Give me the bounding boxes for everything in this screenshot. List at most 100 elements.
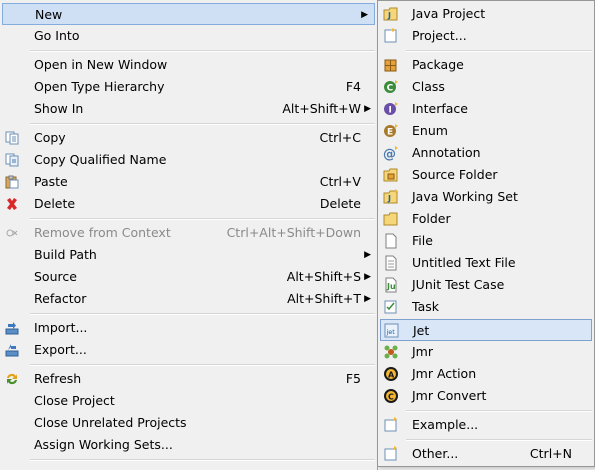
submenu-item-label: Enum [412,123,448,138]
menu-item-copy[interactable]: Copy Ctrl+C [0,127,377,149]
jmr-icon [384,345,398,359]
submenu-item-jmr[interactable]: Jmr [378,341,594,363]
menu-item-label: Build Path [34,247,97,262]
remove-context-icon [6,229,18,237]
menu-item-shortcut: Ctrl+V [319,174,361,189]
submenu-item-jmr-action[interactable]: A Jmr Action [378,363,594,385]
jet-icon: jet [384,323,399,338]
svg-text:jet: jet [386,328,396,336]
submenu-item-untitled-text-file[interactable]: Untitled Text File [378,252,594,274]
folder-icon [383,212,398,226]
copy-icon [5,131,19,145]
menu-item-open-in-new-window[interactable]: Open in New Window [0,54,377,76]
submenu-item-label: Annotation [412,145,481,160]
svg-text:E: E [387,128,393,138]
menu-item-assign-working-sets[interactable]: Assign Working Sets... [0,434,377,456]
menu-item-refactor[interactable]: Refactor Alt+Shift+T ▶ [0,288,377,310]
submenu-item-enum[interactable]: E Enum [378,120,594,142]
menu-item-delete[interactable]: Delete Delete [0,193,377,215]
menu-item-export[interactable]: Export... [0,339,377,361]
menu-separator [406,410,592,412]
menu-item-label: Paste [34,174,68,189]
submenu-arrow-icon: ▶ [364,294,371,304]
menu-item-label: Open Type Hierarchy [34,79,165,94]
submenu-item-other[interactable]: Other... Ctrl+N [378,443,594,465]
submenu-item-folder[interactable]: Folder [378,208,594,230]
menu-item-show-in[interactable]: Show In Alt+Shift+W ▶ [0,98,377,120]
submenu-item-label: Class [412,79,445,94]
submenu-item-label: Package [412,57,464,72]
submenu-item-java-project[interactable]: J Java Project [378,3,594,25]
example-icon [384,417,397,432]
project-icon [384,28,397,43]
menu-item-go-into[interactable]: Go Into [0,25,377,47]
svg-text:A: A [388,371,395,380]
svg-text:J: J [387,194,391,203]
submenu-item-label: Folder [412,211,451,226]
menu-item-label: Copy [34,130,66,145]
submenu-item-label: JUnit Test Case [412,277,505,292]
menu-item-label: Delete [34,196,76,211]
context-menu: New ▶ Go Into Open in New Window Open Ty… [0,0,378,470]
submenu-item-annotation[interactable]: @ Annotation [378,142,594,164]
menu-item-close-project[interactable]: Close Project [0,390,377,412]
submenu-item-project[interactable]: Project... [378,25,594,47]
delete-icon [7,198,17,210]
menu-item-open-type-hierarchy[interactable]: Open Type Hierarchy F4 [0,76,377,98]
menu-item-import[interactable]: Import... [0,317,377,339]
menu-item-new[interactable]: New ▶ [2,3,375,25]
submenu-item-task[interactable]: Task [378,296,594,318]
submenu-item-jet[interactable]: jet Jet [380,319,592,341]
menu-item-shortcut: F5 [345,371,361,386]
submenu-item-package[interactable]: Package [378,54,594,76]
menu-item-label: Refresh [34,371,82,386]
java-project-icon: J [383,7,398,21]
menu-item-label: Close Unrelated Projects [34,415,187,430]
menu-item-copy-qualified-name[interactable]: Copy Qualified Name [0,149,377,171]
class-icon: C [384,80,398,94]
annotation-icon: @ [383,146,398,161]
menu-item-label: Open in New Window [34,57,168,72]
menu-item-shortcut: Alt+Shift+S [286,269,361,284]
menu-item-refresh[interactable]: Refresh F5 [0,368,377,390]
submenu-item-label: Task [412,299,439,314]
menu-item-source[interactable]: Source Alt+Shift+S ▶ [0,266,377,288]
interface-icon: I [384,102,398,116]
menu-item-shortcut: Alt+Shift+T [287,291,361,306]
menu-item-label: Go Into [34,28,80,43]
submenu-item-label: Untitled Text File [412,255,516,270]
jmr-action-icon: A [384,367,398,381]
menu-item-shortcut: Ctrl+Alt+Shift+Down [226,225,361,240]
svg-text:Ju: Ju [386,282,396,291]
junit-test-case-icon: Ju [385,277,397,293]
menu-item-close-unrelated-projects[interactable]: Close Unrelated Projects [0,412,377,434]
menu-item-label: Assign Working Sets... [34,437,173,452]
menu-separator [406,50,592,52]
task-icon [384,300,397,314]
import-icon [5,322,19,335]
submenu-arrow-icon: ▶ [364,272,371,282]
svg-text:J: J [387,11,391,20]
untitled-text-file-icon [385,255,397,271]
submenu-item-label: File [412,233,433,248]
submenu-item-junit-test-case[interactable]: Ju JUnit Test Case [378,274,594,296]
menu-separator [30,218,375,220]
menu-item-shortcut: F4 [345,79,361,94]
jmr-convert-icon: C [384,389,398,403]
submenu-item-interface[interactable]: I Interface [378,98,594,120]
menu-item-build-path[interactable]: Build Path ▶ [0,244,377,266]
submenu-item-source-folder[interactable]: Source Folder [378,164,594,186]
submenu-item-java-working-set[interactable]: J Java Working Set [378,186,594,208]
menu-item-paste[interactable]: Paste Ctrl+V [0,171,377,193]
menu-item-shortcut: Ctrl+C [319,130,361,145]
paste-icon [5,175,19,189]
submenu-arrow-icon: ▶ [364,250,371,260]
menu-separator [30,123,375,125]
submenu-item-class[interactable]: C Class [378,76,594,98]
svg-text:C: C [387,84,394,94]
submenu-item-example[interactable]: Example... [378,414,594,436]
submenu-item-label: Jet [413,323,430,338]
menu-item-remove-from-context: Remove from Context Ctrl+Alt+Shift+Down [0,222,377,244]
submenu-item-file[interactable]: File [378,230,594,252]
submenu-item-jmr-convert[interactable]: C Jmr Convert [378,385,594,407]
